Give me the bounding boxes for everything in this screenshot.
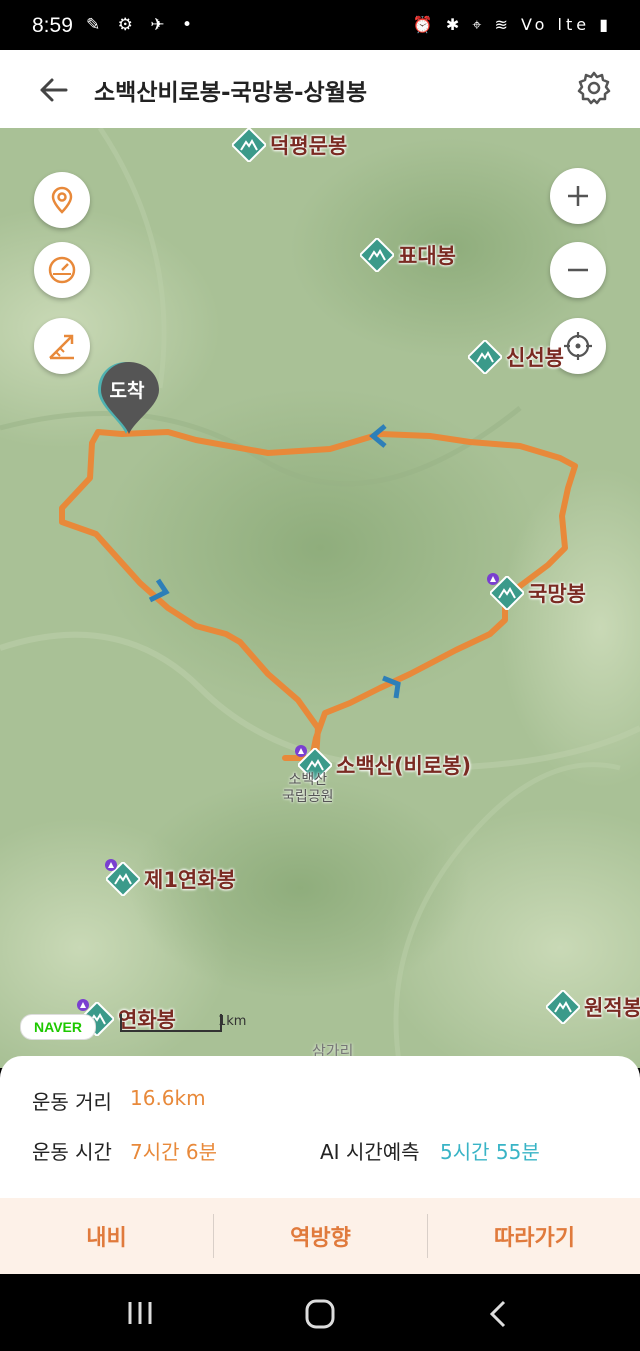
peak-marker[interactable]: 제1연화봉 (106, 862, 236, 896)
status-bar: 8:59 ✎ ⚙ ✈ • ⏰ ✱ ⌖ ≋ Vo lte ▮ (0, 0, 640, 50)
location-pin-icon (51, 186, 73, 214)
peak-marker[interactable]: 덕평문봉 (232, 128, 347, 162)
peak-name: 신선봉 (506, 346, 564, 370)
speedometer-button[interactable] (34, 242, 90, 298)
arrow-left-icon (40, 78, 68, 102)
summit-triangle-icon (77, 999, 89, 1011)
page-title: 소백산비로봉-국망봉-상월봉 (94, 80, 368, 106)
peak-marker[interactable]: 국망봉 (490, 576, 586, 610)
distance-label: 운동 거리 (32, 1090, 112, 1114)
arrival-marker[interactable]: 도착 (96, 360, 160, 440)
mountain-icon (360, 238, 394, 272)
settings-button[interactable] (576, 70, 612, 106)
zoom-out-button[interactable] (550, 242, 606, 298)
peak-name: 덕평문봉 (270, 134, 348, 158)
peak-marker[interactable]: 표대봉 (360, 238, 456, 272)
ai-estimate-label: AI 시간예측 (320, 1140, 420, 1164)
summit-triangle-icon (487, 573, 499, 585)
recent-apps-icon[interactable] (120, 1294, 160, 1334)
crosshair-icon (564, 332, 592, 360)
action-bar: 내비 역방향 따라가기 (0, 1198, 640, 1274)
status-notification-icons: ✎ ⚙ ✈ • (86, 15, 198, 35)
speedometer-icon (48, 256, 76, 284)
scale-label: 1km (218, 1014, 247, 1029)
plus-icon (568, 186, 588, 206)
time-value: 7시간 6분 (130, 1140, 218, 1164)
back-button[interactable] (34, 70, 74, 110)
arrival-label: 도착 (109, 380, 145, 402)
peak-name: 국망봉 (528, 582, 586, 606)
summit-triangle-icon (295, 745, 307, 757)
time-label: 운동 시간 (32, 1140, 112, 1164)
naver-logo: NAVER (20, 1014, 96, 1040)
route-direction-arrow (148, 578, 170, 603)
workout-info-panel: 운동 거리 16.6km 운동 시간 7시간 6분 AI 시간예측 5시간 55… (0, 1056, 640, 1198)
distance-value: 16.6km (130, 1086, 206, 1110)
mountain-icon (546, 990, 580, 1024)
scale-bar (120, 1014, 222, 1032)
status-time: 8:59 (32, 14, 73, 37)
peak-name: 소백산(비로봉) (336, 754, 472, 778)
back-nav-icon[interactable] (480, 1294, 520, 1334)
peak-name: 원적봉 (584, 996, 640, 1020)
reverse-direction-button[interactable]: 역방향 (214, 1198, 427, 1274)
elevation-icon (49, 334, 74, 360)
peak-marker[interactable]: 원적봉 (546, 990, 640, 1024)
app-header: 소백산비로봉-국망봉-상월봉 (0, 50, 640, 129)
gear-icon (577, 71, 611, 105)
home-icon[interactable] (300, 1294, 340, 1334)
summit-triangle-icon (105, 859, 117, 871)
location-pin-button[interactable] (34, 172, 90, 228)
peak-name: 표대봉 (398, 244, 456, 268)
mountain-icon (468, 340, 502, 374)
peak-name: 제1연화봉 (144, 868, 236, 892)
elevation-button[interactable] (34, 318, 90, 374)
status-system-icons: ⏰ ✱ ⌖ ≋ Vo lte ▮ (412, 15, 612, 34)
mountain-icon (232, 128, 266, 162)
follow-button[interactable]: 따라가기 (428, 1198, 640, 1274)
map-view[interactable]: 도착 덕평문봉 표대봉 신선봉 국망봉 소백산(비로봉) 제1연화봉 연화봉 원… (0, 128, 640, 1068)
navigation-button[interactable]: 내비 (0, 1198, 213, 1274)
zoom-in-button[interactable] (550, 168, 606, 224)
peak-marker[interactable]: 신선봉 (468, 340, 564, 374)
park-label: 소백산 국립공원 (282, 772, 334, 805)
minus-icon (568, 268, 588, 272)
system-navigation-bar (0, 1274, 640, 1351)
ai-estimate-value: 5시간 55분 (440, 1140, 540, 1164)
